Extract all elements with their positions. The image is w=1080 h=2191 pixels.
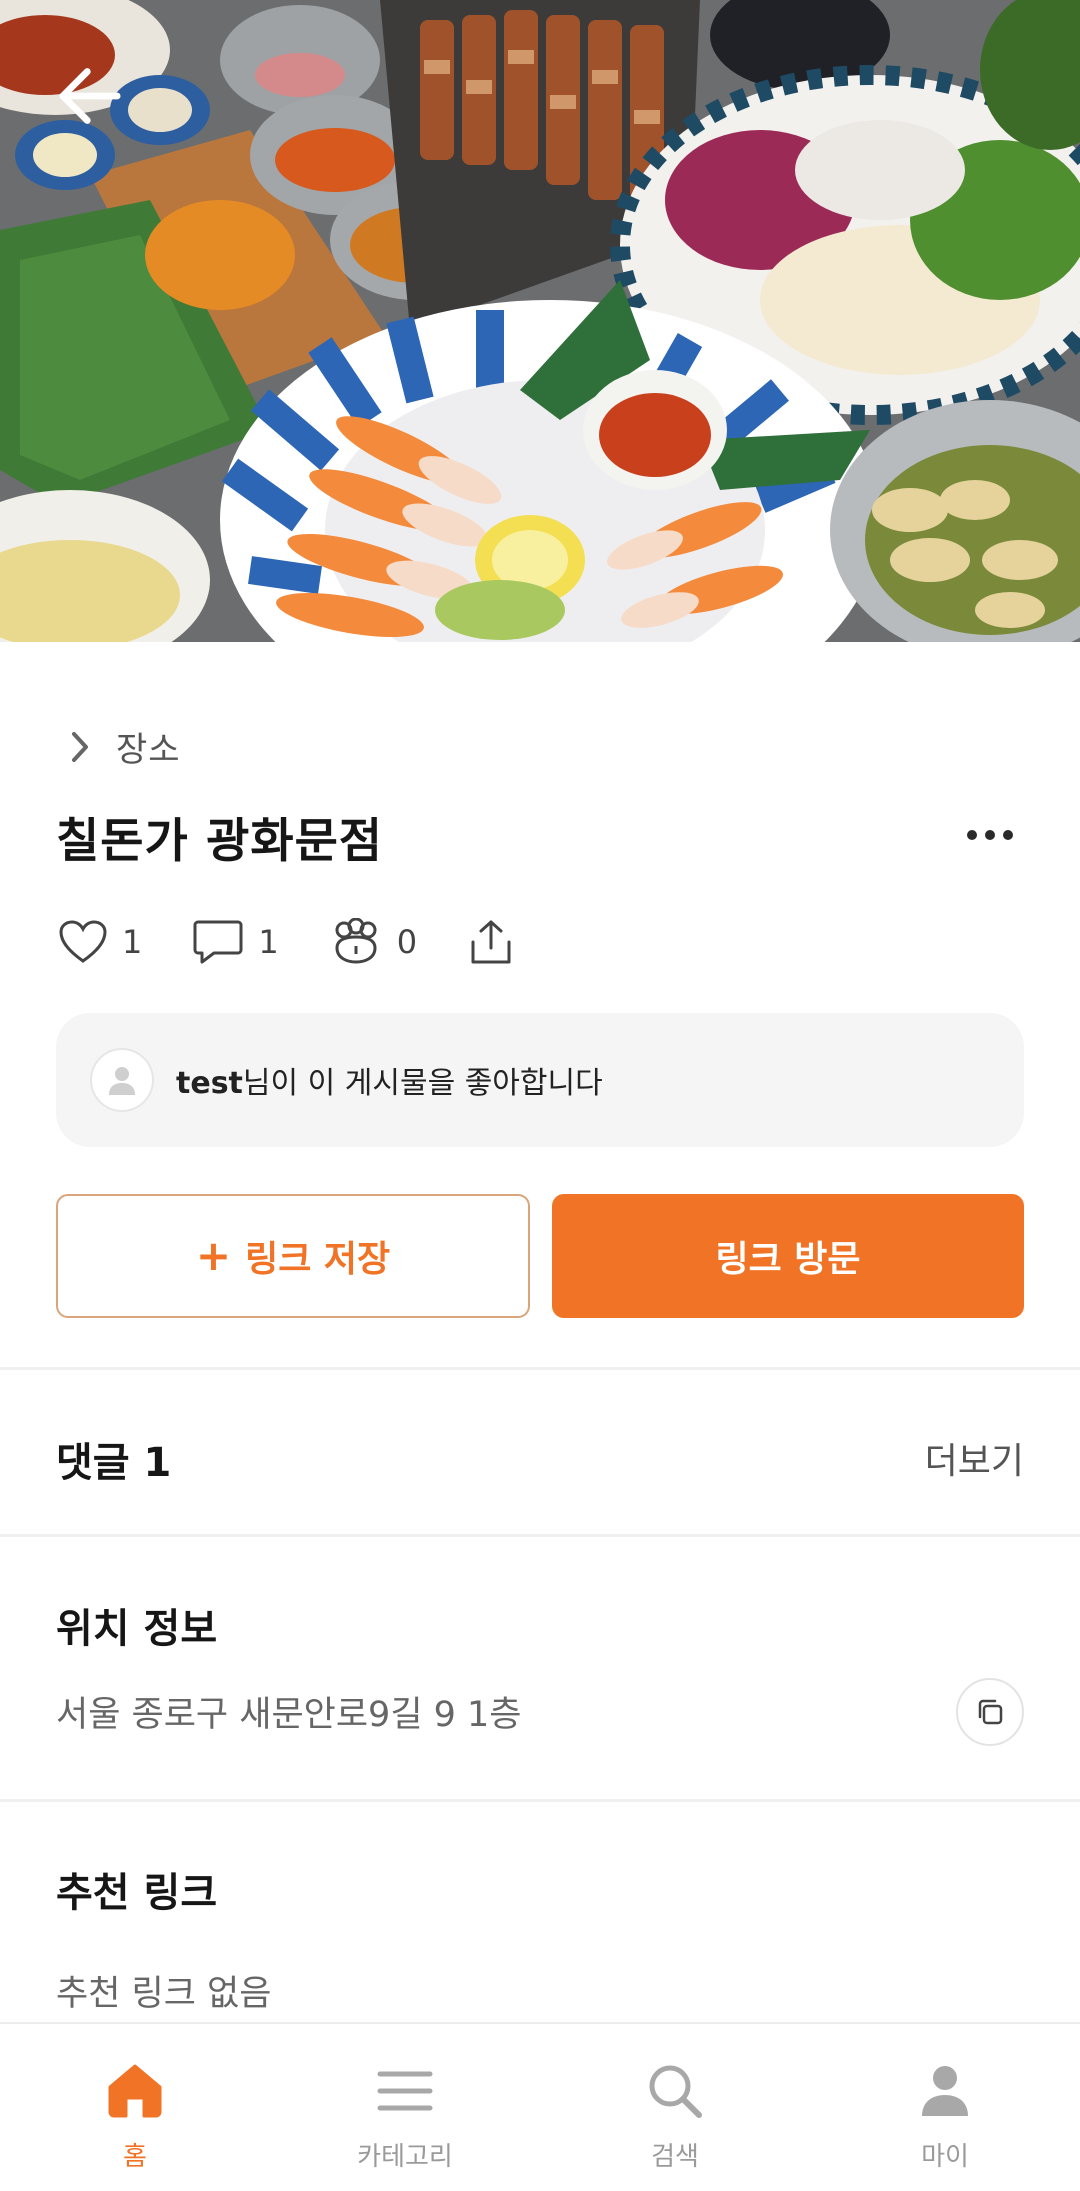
user-placeholder-icon <box>109 1067 135 1095</box>
chevron-right-icon <box>72 731 88 762</box>
like-count: 1 <box>122 923 143 961</box>
user-icon <box>922 2066 968 2116</box>
nav-home[interactable]: 홈 <box>0 2024 270 2191</box>
liked-by-text: test님이 이 게시물을 좋아합니다 <box>176 1058 603 1102</box>
location-section-title: 위치 정보 <box>56 1606 218 1652</box>
section-divider <box>0 1367 1080 1370</box>
plus-icon: + <box>195 1231 232 1280</box>
liked-by-banner: test님이 이 게시물을 좋아합니다 <box>56 1013 1024 1147</box>
copy-address-button[interactable] <box>956 1678 1024 1746</box>
breadcrumb-label: 장소 <box>116 730 181 770</box>
share-icon <box>471 920 511 964</box>
like-button[interactable]: 1 <box>58 919 142 965</box>
menu-icon <box>377 2071 433 2111</box>
recommend-empty-text: 추천 링크 없음 <box>56 1974 272 2014</box>
share-button[interactable] <box>467 918 515 966</box>
nav-my[interactable]: 마이 <box>810 2024 1080 2191</box>
nav-category[interactable]: 카테고리 <box>270 2024 540 2191</box>
back-button[interactable] <box>52 58 128 134</box>
liked-by-user: test <box>176 1066 243 1101</box>
comment-count: 1 <box>258 923 279 961</box>
nav-my-label: 마이 <box>921 2142 969 2172</box>
breadcrumb[interactable]: 장소 <box>66 722 181 771</box>
arrow-left-icon <box>59 68 121 124</box>
see-more-comments-link[interactable]: 더보기 <box>925 1432 1024 1484</box>
visit-link-button[interactable]: 링크 방문 <box>552 1194 1024 1318</box>
section-divider <box>0 1534 1080 1537</box>
nav-category-label: 카테고리 <box>357 2142 453 2172</box>
search-icon <box>649 2065 702 2118</box>
nav-home-label: 홈 <box>123 2142 147 2172</box>
place-detail-page: 장소 칠돈가 광화문점 1 1 0 test님이 이 게시물을 좋아합니다 + … <box>0 0 1080 2191</box>
paw-icon <box>335 918 377 964</box>
comment-button[interactable]: 1 <box>192 918 279 966</box>
nav-search-label: 검색 <box>651 2142 699 2172</box>
comments-section-title: 댓글 1 <box>56 1440 172 1486</box>
more-dot <box>985 830 995 840</box>
more-dots-icon <box>967 830 977 840</box>
stats-bar: 1 1 0 <box>58 912 515 972</box>
avatar <box>90 1048 154 1112</box>
save-link-button[interactable]: + 링크 저장 <box>56 1194 530 1318</box>
liked-by-suffix: 님이 이 게시물을 좋아합니다 <box>242 1066 603 1101</box>
nav-search[interactable]: 검색 <box>540 2024 810 2191</box>
save-link-label: 링크 저장 <box>245 1239 391 1280</box>
more-dot <box>1003 830 1013 840</box>
comment-icon <box>193 920 243 964</box>
more-options-button[interactable] <box>960 810 1020 860</box>
page-title: 칠돈가 광화문점 <box>56 814 384 869</box>
visit-link-label: 링크 방문 <box>715 1239 861 1280</box>
hero-food-photo <box>0 0 1080 642</box>
section-divider <box>0 1799 1080 1802</box>
address-text: 서울 종로구 새문안로9길 9 1층 <box>56 1695 522 1735</box>
recommend-section-title: 추천 링크 <box>56 1870 218 1916</box>
home-icon <box>108 2064 162 2118</box>
copy-icon <box>978 1699 1003 1725</box>
heart-icon <box>59 920 107 963</box>
visit-count-button[interactable]: 0 <box>329 918 417 966</box>
bottom-navigation: 홈 카테고리 검색 마이 <box>0 2022 1080 2191</box>
visit-count: 0 <box>396 923 418 961</box>
